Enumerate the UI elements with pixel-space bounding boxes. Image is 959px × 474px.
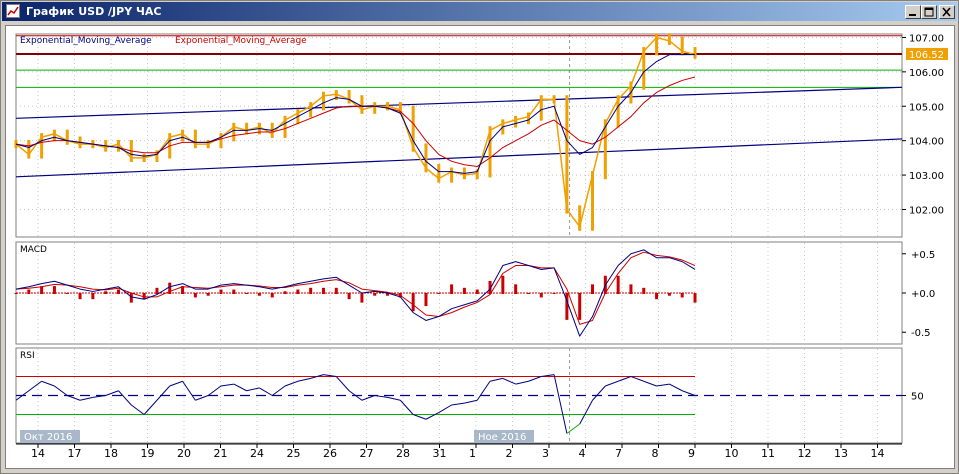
x-axis-label: 19 — [141, 447, 155, 460]
x-axis-label: 18 — [104, 447, 118, 460]
legend-ema-fast: Exponential_Moving_Average — [20, 36, 152, 46]
x-axis-label: 11 — [761, 447, 775, 460]
chart-area[interactable]: Exponential_Moving_Average Exponential_Mo… — [5, 25, 955, 469]
x-axis-label: 8 — [652, 447, 659, 460]
legend-ema-slow: Exponential_Moving_Average — [175, 36, 307, 46]
price-axis-label: 107.00 — [909, 33, 944, 44]
macd-title: MACD — [20, 245, 47, 255]
title-bar[interactable]: График USD /JPY ЧАС — [2, 2, 957, 21]
x-axis-label: 24 — [250, 447, 264, 460]
minimize-icon — [909, 14, 916, 16]
chart-app-icon — [6, 4, 20, 18]
price-axis-label: 103.00 — [909, 171, 944, 182]
maximize-icon — [924, 7, 934, 17]
month-marker-label: Окт 2016 — [24, 432, 72, 443]
x-axis-label: 10 — [725, 447, 739, 460]
x-axis-label: 17 — [68, 447, 82, 460]
window-title: График USD /JPY ЧАС — [26, 5, 162, 18]
rsi-axis-label: 50 — [911, 392, 924, 403]
last-price-label: 106.52 — [909, 50, 944, 61]
price-axis-label: 104.00 — [909, 137, 944, 148]
price-axis-label: 102.00 — [909, 205, 944, 216]
x-axis-label: 13 — [834, 447, 848, 460]
macd-axis-label: +0.5 — [911, 250, 935, 261]
chart-svg[interactable]: Exponential_Moving_Average Exponential_Mo… — [6, 26, 954, 468]
x-axis-label: 25 — [287, 447, 301, 460]
x-axis-label: 14 — [871, 447, 885, 460]
x-axis-label: 7 — [615, 447, 622, 460]
minimize-button[interactable] — [905, 5, 921, 19]
price-axis-label: 106.00 — [909, 68, 944, 79]
x-axis-label: 31 — [433, 447, 447, 460]
close-button[interactable] — [939, 5, 955, 19]
x-axis-label: 26 — [323, 447, 337, 460]
x-axis-label: 4 — [579, 447, 586, 460]
rsi-title: RSI — [20, 351, 35, 361]
chart-window: График USD /JPY ЧАС Exponential_Moving_A… — [0, 0, 959, 474]
macd-axis-label: -0.5 — [911, 328, 931, 339]
month-marker-label: Ное 2016 — [478, 432, 526, 443]
x-axis-label: 3 — [542, 447, 549, 460]
close-icon — [942, 7, 951, 17]
x-axis-label: 14 — [31, 447, 45, 460]
macd-axis-label: +0.0 — [911, 289, 935, 300]
price-panel — [15, 33, 903, 238]
price-axis-label: 105.00 — [909, 102, 944, 113]
maximize-button[interactable] — [921, 5, 937, 19]
x-axis-label: 2 — [506, 447, 513, 460]
x-axis-label: 21 — [214, 447, 228, 460]
x-axis-label: 1 — [469, 447, 476, 460]
x-axis-label: 12 — [798, 447, 812, 460]
x-axis-label: 9 — [688, 447, 695, 460]
x-axis-label: 27 — [360, 447, 374, 460]
x-axis-label: 20 — [177, 447, 191, 460]
x-axis-label: 28 — [396, 447, 410, 460]
